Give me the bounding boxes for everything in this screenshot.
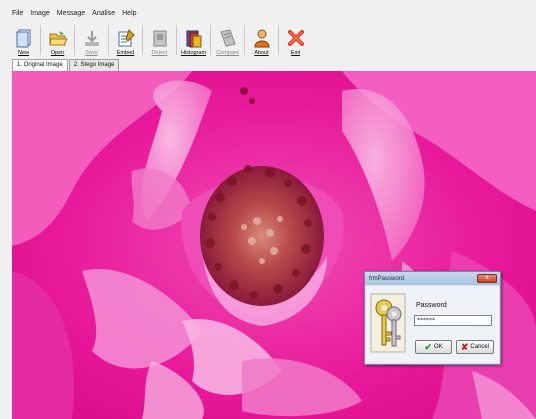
menu-image[interactable]: Image	[30, 10, 49, 17]
original-image-view[interactable]	[12, 71, 536, 419]
dialog-body: Password ****** ✔ OK ✘ Cancel	[366, 286, 499, 363]
save-button[interactable]: Save	[76, 23, 107, 57]
embed-button-label: Embed	[116, 50, 135, 56]
detect-icon	[153, 30, 166, 47]
menu-help[interactable]: Help	[122, 10, 136, 17]
detect-button[interactable]: Detect	[144, 23, 175, 57]
new-button-label: New	[17, 50, 29, 56]
open-button[interactable]: Open	[42, 23, 73, 57]
menu-analise[interactable]: Analise	[92, 10, 115, 17]
password-field[interactable]: ******	[414, 315, 492, 326]
password-label: Password	[416, 302, 447, 309]
histogram-button[interactable]: Histogram	[178, 23, 209, 57]
save-button-label: Save	[85, 50, 98, 56]
toolbar-separator	[244, 25, 245, 55]
menu-file[interactable]: File	[12, 10, 23, 17]
dialog-title-bar[interactable]: frmPassword x	[365, 272, 500, 285]
compare-button-label: Compare	[216, 50, 239, 56]
toolbar-separator	[142, 25, 143, 55]
toolbar-separator	[108, 25, 109, 55]
toolbar-separator	[210, 25, 211, 55]
user-icon	[253, 29, 270, 48]
menu-message[interactable]: Message	[57, 10, 85, 17]
about-button[interactable]: About	[246, 23, 277, 57]
steganography-app-window: File Image Message Analise Help New Open	[0, 0, 536, 419]
about-button-label: About	[254, 50, 269, 56]
exit-icon	[287, 30, 304, 46]
compare-button[interactable]: Compare	[212, 23, 243, 57]
tab-original-image[interactable]: 1. Original Image	[12, 59, 68, 71]
histogram-button-label: Histogram	[180, 50, 207, 56]
new-button[interactable]: New	[8, 23, 39, 57]
open-folder-icon	[48, 31, 68, 46]
toolbar-separator	[74, 25, 75, 55]
keys-icon	[370, 293, 406, 353]
toolbar-separator	[40, 25, 41, 55]
embed-icon	[118, 29, 135, 47]
cancel-button-label: Cancel	[470, 344, 490, 350]
check-icon: ✔	[424, 341, 432, 352]
toolbar-separator	[176, 25, 177, 55]
rose-photo	[12, 71, 536, 419]
open-button-label: Open	[50, 50, 65, 56]
exit-button-label: Exit	[290, 50, 301, 56]
cancel-x-icon: ✘	[460, 341, 469, 352]
image-tabs: 1. Original Image 2. Stego Image	[12, 59, 120, 71]
save-icon	[84, 31, 99, 46]
exit-button[interactable]: Exit	[280, 23, 311, 57]
ok-button[interactable]: ✔ OK	[415, 340, 452, 354]
tab-stego-image[interactable]: 2. Stego Image	[68, 59, 120, 71]
dialog-title: frmPassword	[369, 275, 405, 282]
detect-button-label: Detect	[151, 50, 168, 56]
dialog-close-button[interactable]: x	[477, 274, 497, 283]
histogram-icon	[186, 30, 201, 48]
compare-icon	[219, 29, 236, 47]
cancel-button[interactable]: ✘ Cancel	[456, 340, 494, 354]
toolbar: New Open Save Embed Detect Histogram Com…	[8, 21, 536, 57]
toolbar-separator	[278, 25, 279, 55]
ok-button-label: OK	[433, 344, 443, 350]
embed-button[interactable]: Embed	[110, 23, 141, 57]
menu-bar: File Image Message Analise Help	[0, 6, 536, 20]
password-dialog: frmPassword x Password ****** ✔ OK ✘ Can…	[364, 271, 501, 365]
new-file-icon	[16, 29, 30, 48]
